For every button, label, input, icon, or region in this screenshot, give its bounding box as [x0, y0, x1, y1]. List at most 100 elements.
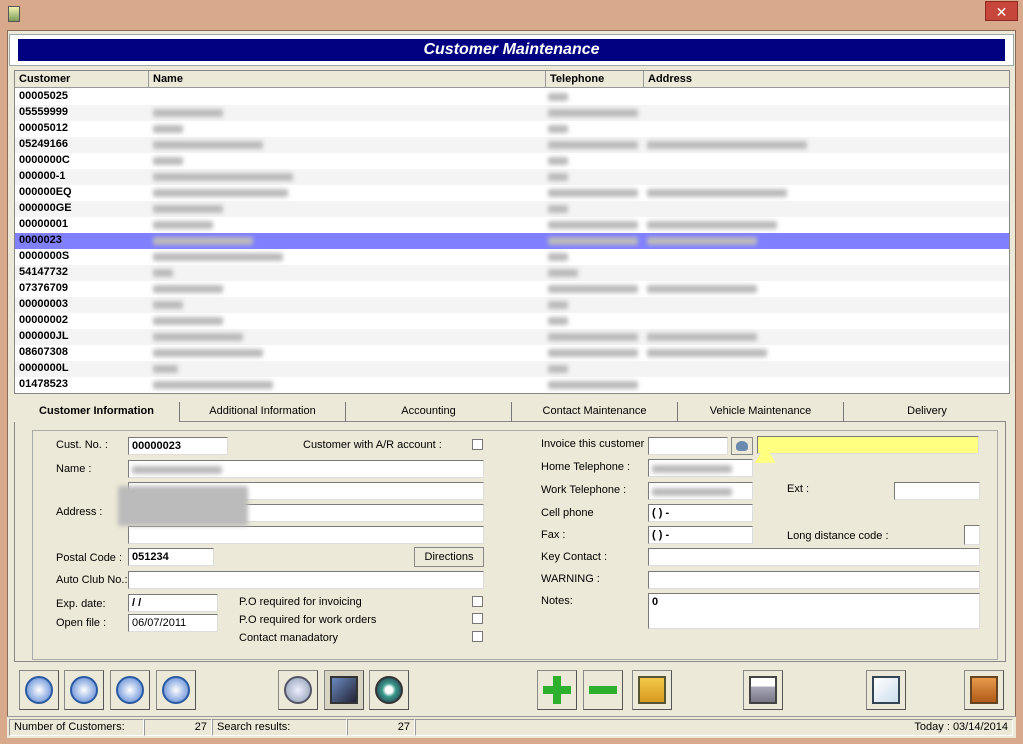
- table-row[interactable]: 00000003: [15, 297, 1009, 313]
- contact-mandatory-checkbox[interactable]: [472, 631, 483, 642]
- name-cell-redacted: [153, 189, 288, 197]
- name-cell-redacted: [153, 157, 183, 165]
- table-row[interactable]: 000000EQ: [15, 185, 1009, 201]
- table-row[interactable]: 000000GE: [15, 201, 1009, 217]
- status-bar: Number of Customers: 27 Search results: …: [7, 716, 1016, 738]
- customer-id-cell: 05559999: [19, 106, 68, 118]
- first-record-button[interactable]: [19, 670, 59, 710]
- tab-delivery[interactable]: Delivery: [844, 402, 1010, 422]
- search-button[interactable]: [278, 670, 318, 710]
- last-record-button[interactable]: [156, 670, 196, 710]
- column-header-telephone[interactable]: Telephone: [546, 71, 644, 88]
- table-row[interactable]: 05249166: [15, 137, 1009, 153]
- address-cell-redacted: [647, 333, 757, 341]
- nav-prev-icon: [70, 676, 98, 704]
- telephone-cell-redacted: [548, 333, 638, 341]
- exit-button[interactable]: [964, 670, 1004, 710]
- table-row[interactable]: 07376709: [15, 281, 1009, 297]
- column-header-address[interactable]: Address: [644, 71, 1009, 88]
- name-cell-redacted: [153, 333, 243, 341]
- invoice-lookup-button[interactable]: [731, 437, 753, 455]
- table-row[interactable]: 000000-1: [15, 169, 1009, 185]
- invoice-customer-name-field[interactable]: [757, 436, 979, 454]
- preview-button[interactable]: [369, 670, 409, 710]
- address-label: Address :: [56, 506, 103, 518]
- telephone-cell-redacted: [548, 93, 568, 101]
- today-date: Today : 03/14/2014: [415, 719, 1013, 736]
- name-cell-redacted: [153, 285, 223, 293]
- postal-code-field[interactable]: 051234: [128, 548, 214, 566]
- column-header-name[interactable]: Name: [149, 71, 546, 88]
- customer-count-label: Number of Customers:: [9, 719, 144, 736]
- save-button[interactable]: [632, 670, 672, 710]
- table-row[interactable]: 00005025: [15, 89, 1009, 105]
- add-button[interactable]: [537, 670, 577, 710]
- table-row[interactable]: 54147732: [15, 265, 1009, 281]
- table-row[interactable]: 01478523: [15, 377, 1009, 393]
- warning-field[interactable]: [648, 571, 980, 589]
- table-row[interactable]: 0000000S: [15, 249, 1009, 265]
- table-row[interactable]: 08607308: [15, 345, 1009, 361]
- exp-date-field[interactable]: / /: [128, 594, 218, 612]
- auto-club-field[interactable]: [128, 571, 484, 589]
- tab-contact-maintenance[interactable]: Contact Maintenance: [512, 402, 678, 422]
- view-button[interactable]: [324, 670, 364, 710]
- tab-accounting[interactable]: Accounting: [346, 402, 512, 422]
- print-icon: [749, 676, 777, 704]
- app-icon[interactable]: [8, 6, 20, 22]
- tab-customer-information[interactable]: Customer Information: [14, 402, 180, 422]
- spellcheck-button[interactable]: [866, 670, 906, 710]
- telephone-cell-redacted: [548, 301, 568, 309]
- tab-additional-information[interactable]: Additional Information: [180, 402, 346, 422]
- view-icon: [330, 676, 358, 704]
- directions-button[interactable]: Directions: [414, 547, 484, 567]
- address-cell-redacted: [647, 189, 787, 197]
- ext-label: Ext :: [787, 483, 810, 495]
- fax-field[interactable]: ( ) -: [648, 526, 753, 544]
- key-contact-field[interactable]: [648, 548, 980, 566]
- nav-next-icon: [116, 676, 144, 704]
- next-record-button[interactable]: [110, 670, 150, 710]
- print-button[interactable]: [743, 670, 783, 710]
- name-cell-redacted: [153, 221, 213, 229]
- address-cell-redacted: [647, 221, 777, 229]
- tab-strip: Customer Information Additional Informat…: [14, 402, 1010, 422]
- telephone-cell-redacted: [548, 253, 568, 261]
- open-file-field[interactable]: 06/07/2011: [128, 614, 218, 632]
- address-line-3[interactable]: [128, 526, 484, 544]
- key-contact-label: Key Contact :: [541, 551, 608, 563]
- prev-record-button[interactable]: [64, 670, 104, 710]
- ext-field[interactable]: [894, 482, 980, 500]
- table-row[interactable]: 000000JL: [15, 329, 1009, 345]
- customer-id-cell: 00000002: [19, 314, 68, 326]
- close-button[interactable]: ✕: [985, 1, 1018, 21]
- telephone-cell-redacted: [548, 317, 568, 325]
- table-row[interactable]: 00000002: [15, 313, 1009, 329]
- table-row[interactable]: 0000000L: [15, 361, 1009, 377]
- table-row[interactable]: 00000001: [15, 217, 1009, 233]
- name-cell-redacted: [153, 205, 223, 213]
- warning-label: WARNING :: [541, 573, 600, 585]
- notes-field[interactable]: 0: [648, 593, 980, 629]
- table-row[interactable]: 0000000C: [15, 153, 1009, 169]
- customer-id-cell: 000000EQ: [19, 186, 72, 198]
- remove-button[interactable]: [583, 670, 623, 710]
- customer-grid[interactable]: Customer Name Telephone Address 00005025…: [14, 70, 1010, 394]
- po-work-orders-checkbox[interactable]: [472, 613, 483, 624]
- cust-no-field[interactable]: 00000023: [128, 437, 228, 455]
- nav-first-icon: [25, 676, 53, 704]
- table-row[interactable]: 0000023: [15, 233, 1009, 249]
- tab-vehicle-maintenance[interactable]: Vehicle Maintenance: [678, 402, 844, 422]
- telephone-cell-redacted: [548, 141, 638, 149]
- long-distance-field[interactable]: [964, 525, 980, 545]
- telephone-cell-redacted: [548, 365, 568, 373]
- invoice-customer-field[interactable]: [648, 437, 728, 455]
- table-row[interactable]: 05559999: [15, 105, 1009, 121]
- po-invoicing-checkbox[interactable]: [472, 596, 483, 607]
- ar-account-checkbox[interactable]: [472, 439, 483, 450]
- customer-id-cell: 0000000L: [19, 362, 69, 374]
- open-file-label: Open file :: [56, 617, 107, 629]
- column-header-customer[interactable]: Customer: [15, 71, 149, 88]
- cell-phone-field[interactable]: ( ) -: [648, 504, 753, 522]
- table-row[interactable]: 00005012: [15, 121, 1009, 137]
